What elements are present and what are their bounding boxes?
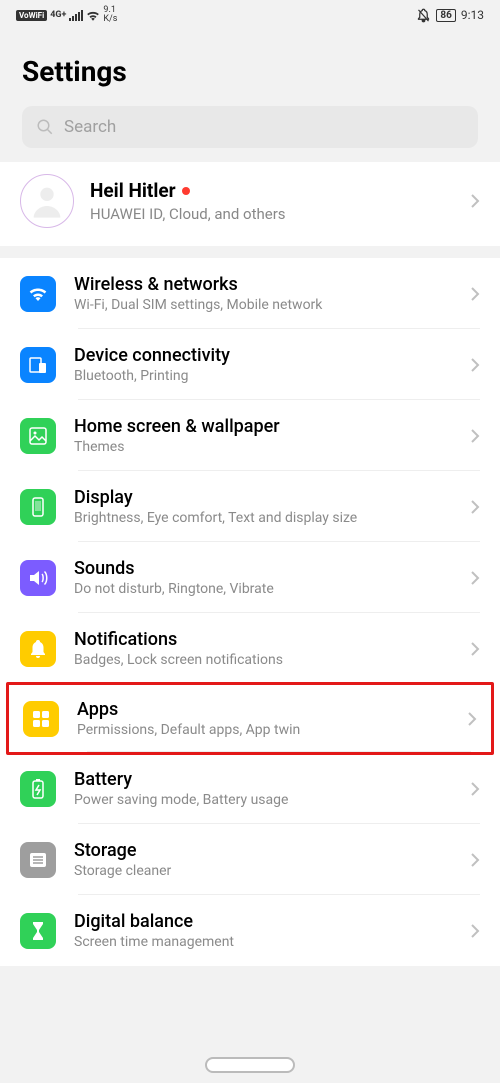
settings-item-title: Battery: [74, 769, 452, 790]
phone-icon: [20, 489, 56, 525]
settings-item-subtitle: Power saving mode, Battery usage: [74, 792, 452, 808]
chevron-right-icon: [467, 711, 477, 727]
wifi-status-icon: [86, 10, 100, 21]
signal-icon: [69, 10, 83, 21]
bell-icon: [20, 631, 56, 667]
chevron-right-icon: [470, 852, 480, 868]
settings-item-subtitle: Bluetooth, Printing: [74, 368, 452, 384]
settings-item-device-connectivity[interactable]: Device connectivity Bluetooth, Printing: [0, 329, 500, 400]
devices-icon: [20, 347, 56, 383]
chevron-right-icon: [470, 428, 480, 444]
settings-item-title: Notifications: [74, 629, 452, 650]
account-text: Heil Hitler HUAWEI ID, Cloud, and others: [90, 179, 454, 223]
account-name: Heil Hitler: [90, 179, 454, 202]
network-type: 4G+: [50, 10, 66, 20]
header: Settings: [0, 30, 500, 106]
settings-item-battery[interactable]: Battery Power saving mode, Battery usage: [0, 753, 500, 824]
settings-item-title: Home screen & wallpaper: [74, 416, 452, 437]
settings-item-text: Wireless & networks Wi-Fi, Dual SIM setti…: [74, 274, 452, 313]
settings-item-subtitle: Wi-Fi, Dual SIM settings, Mobile network: [74, 297, 452, 313]
settings-item-text: Notifications Badges, Lock screen notific…: [74, 629, 452, 668]
settings-item-wireless-networks[interactable]: Wireless & networks Wi-Fi, Dual SIM setti…: [0, 258, 500, 329]
settings-item-storage[interactable]: Storage Storage cleaner: [0, 824, 500, 895]
account-subtitle: HUAWEI ID, Cloud, and others: [90, 205, 454, 223]
battery-icon: [20, 771, 56, 807]
chevron-right-icon: [470, 193, 480, 209]
search-container: Search: [0, 106, 500, 162]
apps-icon: [23, 701, 59, 737]
settings-list: Wireless & networks Wi-Fi, Dual SIM setti…: [0, 258, 500, 966]
sound-icon: [20, 560, 56, 596]
settings-item-notifications[interactable]: Notifications Badges, Lock screen notific…: [0, 613, 500, 684]
chevron-right-icon: [470, 499, 480, 515]
settings-item-subtitle: Screen time management: [74, 934, 452, 950]
status-right: 86 9:13: [416, 8, 484, 23]
search-input[interactable]: Search: [22, 106, 478, 148]
wifi-icon: [20, 276, 56, 312]
settings-item-subtitle: Brightness, Eye comfort, Text and displa…: [74, 510, 452, 526]
avatar: [20, 174, 74, 228]
settings-item-title: Digital balance: [74, 911, 452, 932]
settings-item-subtitle: Permissions, Default apps, App twin: [77, 722, 449, 738]
settings-item-subtitle: Do not disturb, Ringtone, Vibrate: [74, 581, 452, 597]
chevron-right-icon: [470, 923, 480, 939]
page-title: Settings: [22, 55, 478, 88]
settings-item-subtitle: Badges, Lock screen notifications: [74, 652, 452, 668]
settings-item-title: Apps: [77, 699, 449, 720]
settings-item-subtitle: Storage cleaner: [74, 863, 452, 879]
chevron-right-icon: [470, 781, 480, 797]
settings-item-apps[interactable]: Apps Permissions, Default apps, App twin: [6, 682, 494, 755]
settings-item-subtitle: Themes: [74, 439, 452, 455]
chevron-right-icon: [470, 570, 480, 586]
chevron-right-icon: [470, 357, 480, 373]
status-left: VoWiFi 4G+ 9.1 K/s: [16, 6, 117, 24]
hourglass-icon: [20, 913, 56, 949]
settings-item-display[interactable]: Display Brightness, Eye comfort, Text and…: [0, 471, 500, 542]
search-placeholder: Search: [64, 117, 116, 137]
chevron-right-icon: [470, 641, 480, 657]
notification-dot-icon: [182, 187, 190, 195]
section-divider: [0, 246, 500, 258]
settings-item-text: Home screen & wallpaper Themes: [74, 416, 452, 455]
status-bar: VoWiFi 4G+ 9.1 K/s 86 9:13: [0, 0, 500, 30]
storage-icon: [20, 842, 56, 878]
settings-item-text: Device connectivity Bluetooth, Printing: [74, 345, 452, 384]
settings-item-title: Sounds: [74, 558, 452, 579]
settings-item-text: Storage Storage cleaner: [74, 840, 452, 879]
network-speed: 9.1 K/s: [103, 6, 117, 24]
vowifi-badge: VoWiFi: [16, 10, 47, 21]
navigation-pill[interactable]: [205, 1057, 295, 1073]
settings-item-digital-balance[interactable]: Digital balance Screen time management: [0, 895, 500, 966]
settings-item-home-screen-wallpaper[interactable]: Home screen & wallpaper Themes: [0, 400, 500, 471]
settings-item-sounds[interactable]: Sounds Do not disturb, Ringtone, Vibrate: [0, 542, 500, 613]
settings-item-text: Digital balance Screen time management: [74, 911, 452, 950]
settings-item-text: Apps Permissions, Default apps, App twin: [77, 699, 449, 738]
settings-item-title: Wireless & networks: [74, 274, 452, 295]
mute-icon: [416, 8, 431, 23]
image-icon: [20, 418, 56, 454]
settings-item-title: Storage: [74, 840, 452, 861]
settings-item-title: Device connectivity: [74, 345, 452, 366]
search-icon: [36, 118, 54, 136]
settings-item-title: Display: [74, 487, 452, 508]
account-row[interactable]: Heil Hitler HUAWEI ID, Cloud, and others: [0, 162, 500, 246]
settings-item-text: Display Brightness, Eye comfort, Text and…: [74, 487, 452, 526]
settings-item-text: Battery Power saving mode, Battery usage: [74, 769, 452, 808]
battery-level: 86: [436, 9, 455, 22]
settings-item-text: Sounds Do not disturb, Ringtone, Vibrate: [74, 558, 452, 597]
clock: 9:13: [461, 8, 484, 22]
chevron-right-icon: [470, 286, 480, 302]
